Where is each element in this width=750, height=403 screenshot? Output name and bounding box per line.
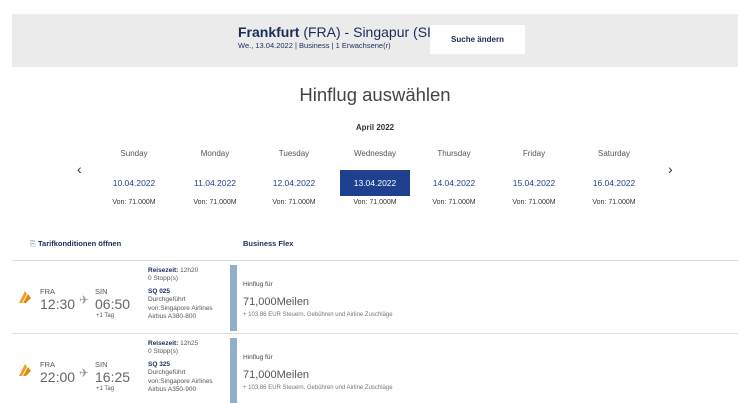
fare-bar bbox=[230, 265, 237, 331]
next-week-chevron-icon[interactable]: › bbox=[668, 161, 673, 177]
date-button[interactable]: 12.04.2022 bbox=[259, 170, 329, 196]
day-column-selected: Wednesday 13.04.2022 Von: 71.000M bbox=[340, 148, 410, 206]
departure-airport: FRA bbox=[40, 360, 55, 369]
operated-by: Durchgeführt bbox=[148, 369, 186, 377]
search-summary-bar: Frankfurt (FRA) - Singapur (SIN) We., 13… bbox=[12, 14, 738, 67]
day-price: Von: 71.000M bbox=[592, 199, 636, 206]
date-button[interactable]: 14.04.2022 bbox=[419, 170, 489, 196]
prev-week-chevron-icon[interactable]: ‹ bbox=[77, 161, 82, 177]
date-button[interactable]: 10.04.2022 bbox=[99, 170, 169, 196]
fare-label: Hinflug für bbox=[243, 281, 273, 288]
arrival-airport: SIN bbox=[95, 360, 108, 369]
route-summary: Frankfurt (FRA) - Singapur (SIN) We., 13… bbox=[238, 24, 446, 51]
plane-arrow-icon: ✈︎ bbox=[79, 366, 90, 380]
tariff-link-label: Tarifkonditionen öffnen bbox=[38, 239, 122, 248]
change-search-button[interactable]: Suche ändern bbox=[430, 25, 525, 54]
fare-class-header: Business Flex bbox=[243, 239, 294, 248]
day-price: Von: 71.000M bbox=[512, 199, 556, 206]
day-price: Von: 71.000M bbox=[353, 199, 397, 206]
day-price: Von: 71.000M bbox=[193, 199, 237, 206]
singapore-airlines-bird-icon bbox=[19, 364, 31, 376]
departure-airport: FRA bbox=[40, 287, 55, 296]
weekday-label: Monday bbox=[200, 149, 230, 158]
aircraft: Airbus A380-800 bbox=[148, 313, 197, 321]
route-title: Frankfurt (FRA) - Singapur (SIN) bbox=[238, 24, 446, 41]
aircraft: Airbus A350-900 bbox=[148, 386, 197, 394]
tariff-conditions-link[interactable]: ⎘ Tarifkonditionen öffnen bbox=[30, 239, 121, 249]
operator: von:Singapore Airlines bbox=[148, 377, 213, 385]
fare-label: Hinflug für bbox=[243, 354, 273, 361]
day-column: Sunday 10.04.2022 Von: 71.000M bbox=[99, 148, 169, 206]
day-column: Monday 11.04.2022 Von: 71.000M bbox=[180, 148, 250, 206]
date-button[interactable]: 16.04.2022 bbox=[579, 170, 649, 196]
route-meta: We., 13.04.2022 | Business | 1 Erwachsen… bbox=[238, 41, 391, 50]
departure-time: 12:30 bbox=[40, 296, 76, 312]
arrival-time: 16:25 bbox=[95, 369, 131, 385]
day-column: Thursday 14.04.2022 Von: 71.000M bbox=[419, 148, 489, 206]
stops: 0 Stopp(s) bbox=[148, 348, 178, 356]
weekday-label: Sunday bbox=[120, 149, 148, 158]
flight-number: SQ 325 bbox=[148, 360, 171, 368]
duration-label: Reisezeit: bbox=[148, 267, 179, 274]
weekday-label: Tuesday bbox=[278, 149, 310, 158]
weekday-label: Wednesday bbox=[353, 149, 397, 158]
day-price: Von: 71.000M bbox=[112, 199, 156, 206]
fare-fees: + 103,86 EUR Steuern, Gebühren und Airli… bbox=[243, 385, 393, 391]
day-price: Von: 71.000M bbox=[272, 199, 316, 206]
flight-row[interactable]: FRA 22:00 ✈︎ SIN 16:25 +1 Tag Reisezeit:… bbox=[12, 334, 738, 403]
flight-row[interactable]: FRA 12:30 ✈︎ SIN 06:50 +1 Tag Reisezeit:… bbox=[12, 261, 738, 331]
day-column: Friday 15.04.2022 Von: 71.000M bbox=[499, 148, 569, 206]
day-column: Tuesday 12.04.2022 Von: 71.000M bbox=[259, 148, 329, 206]
document-icon: ⎘ bbox=[30, 239, 36, 248]
page-title: Hinflug auswählen bbox=[299, 84, 451, 105]
duration-label: Reisezeit: bbox=[148, 340, 179, 347]
plane-arrow-icon: ✈︎ bbox=[79, 293, 90, 307]
stops: 0 Stopp(s) bbox=[148, 275, 178, 283]
fare-bar bbox=[230, 338, 237, 403]
fare-option-business-flex[interactable]: Hinflug für 71,000Meilen + 103,86 EUR St… bbox=[230, 338, 738, 403]
date-button[interactable]: 15.04.2022 bbox=[499, 170, 569, 196]
duration: 12h25 bbox=[180, 340, 199, 347]
flight-details: Reisezeit: 12h20 0 Stopp(s) SQ 025 Durch… bbox=[148, 267, 213, 321]
flight-details: Reisezeit: 12h25 0 Stopp(s) SQ 325 Durch… bbox=[148, 340, 213, 394]
fare-miles: 71,000Meilen bbox=[243, 296, 310, 308]
arrival-time: 06:50 bbox=[95, 296, 131, 312]
duration: 12h20 bbox=[180, 267, 199, 274]
next-day-note: +1 Tag bbox=[96, 386, 115, 392]
month-label: April 2022 bbox=[355, 123, 395, 132]
operator: von:Singapore Airlines bbox=[148, 304, 213, 312]
day-price: Von: 71.000M bbox=[432, 199, 476, 206]
operated-by: Durchgeführt bbox=[148, 296, 186, 304]
weekday-label: Saturday bbox=[597, 149, 631, 158]
fare-fees: + 103,86 EUR Steuern, Gebühren und Airli… bbox=[243, 312, 393, 318]
flight-number: SQ 025 bbox=[148, 287, 171, 295]
origin-city: Frankfurt bbox=[238, 24, 300, 40]
arrival-airport: SIN bbox=[95, 287, 108, 296]
weekday-label: Thursday bbox=[437, 149, 471, 158]
route-codes: (FRA) - Singapur (SIN) bbox=[303, 24, 446, 40]
date-button[interactable]: 11.04.2022 bbox=[180, 170, 250, 196]
fare-option-business-flex[interactable]: Hinflug für 71,000Meilen + 103,86 EUR St… bbox=[230, 265, 738, 331]
fare-miles: 71,000Meilen bbox=[243, 369, 310, 381]
date-button-selected[interactable]: 13.04.2022 bbox=[340, 170, 410, 196]
weekday-label: Friday bbox=[522, 149, 546, 158]
day-column: Saturday 16.04.2022 Von: 71.000M bbox=[579, 148, 649, 206]
singapore-airlines-bird-icon bbox=[19, 291, 31, 303]
next-day-note: +1 Tag bbox=[96, 313, 115, 319]
departure-time: 22:00 bbox=[40, 369, 76, 385]
